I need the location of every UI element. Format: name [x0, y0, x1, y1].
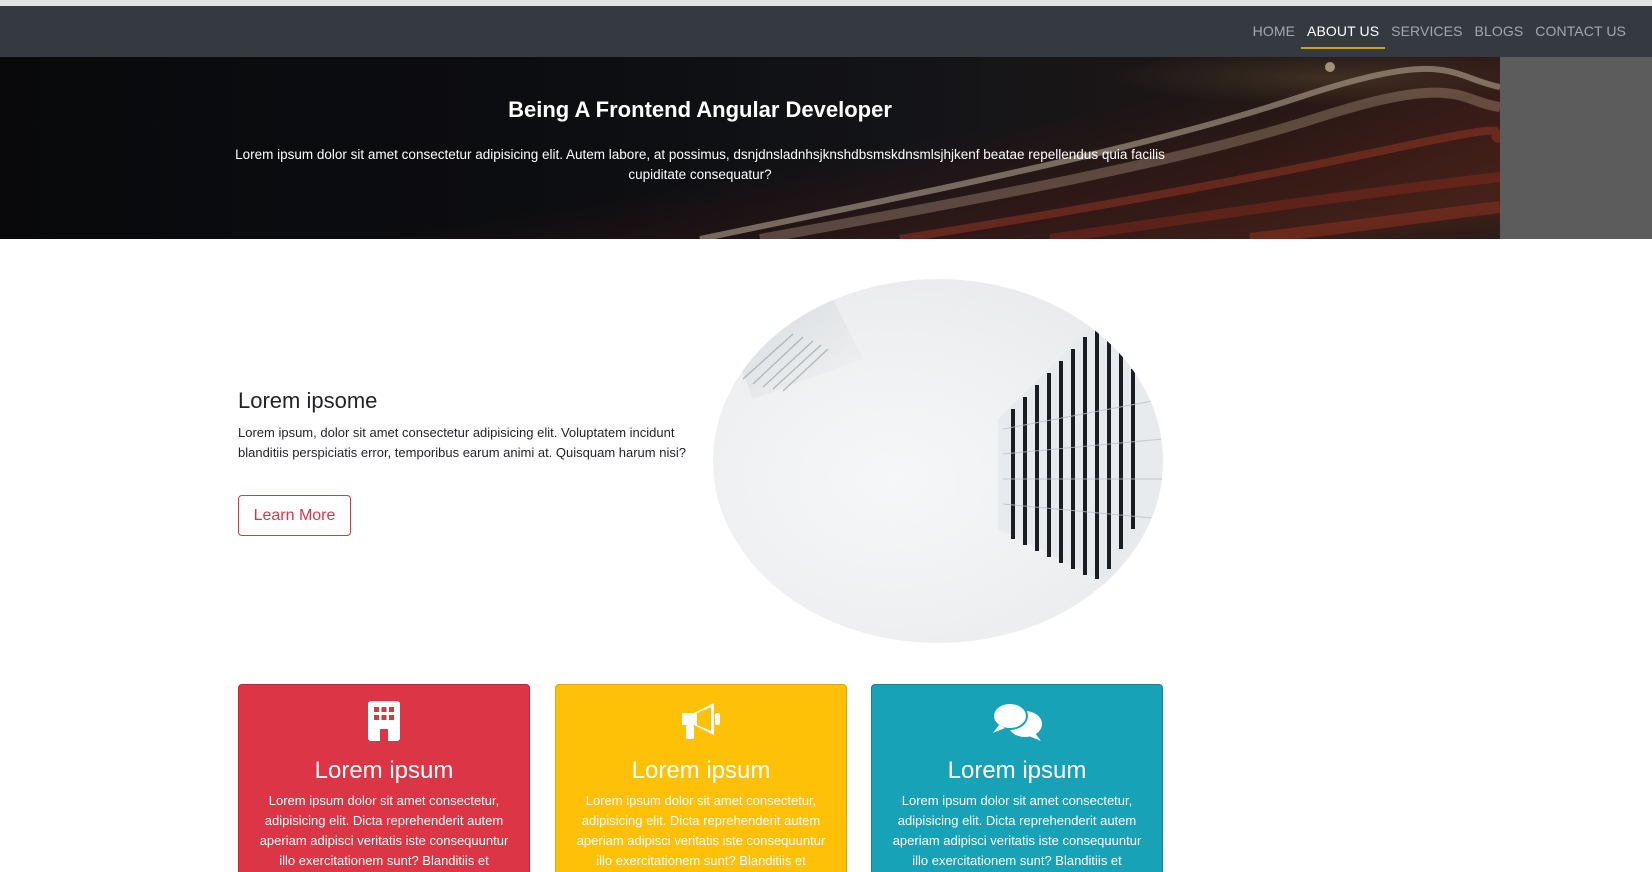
nav-item-contact-us[interactable]: CONTACT US: [1529, 6, 1632, 57]
nav-item-about-us[interactable]: ABOUT US: [1301, 6, 1386, 57]
feature-card-3: Lorem ipsum Lorem ipsum dolor sit amet c…: [871, 684, 1163, 872]
learn-more-button[interactable]: Learn More: [238, 495, 351, 536]
building-icon: [239, 701, 529, 745]
card-text: Lorem ipsum dolor sit amet consectetur, …: [259, 793, 509, 868]
hero-title: Being A Frontend Angular Developer: [508, 97, 892, 122]
comments-icon: [872, 701, 1162, 745]
about-text: Lorem ipsum, dolor sit amet consectetur …: [238, 425, 686, 460]
card-text: Lorem ipsum dolor sit amet consectetur, …: [892, 793, 1142, 868]
nav-item-home[interactable]: HOME: [1247, 6, 1301, 57]
megaphone-icon: [556, 701, 846, 745]
page: HOME ABOUT US SERVICES BLOGS CONTACT US …: [0, 0, 1652, 872]
building-photo: [713, 279, 1163, 643]
nav-item-blogs[interactable]: BLOGS: [1469, 6, 1530, 57]
hero-side-panel: [1500, 57, 1652, 239]
navbar: HOME ABOUT US SERVICES BLOGS CONTACT US: [0, 6, 1652, 57]
nav-menu: HOME ABOUT US SERVICES BLOGS CONTACT US: [1247, 6, 1632, 57]
nav-item-services[interactable]: SERVICES: [1385, 6, 1468, 57]
hero-description: Lorem ipsum dolor sit amet consectetur a…: [235, 147, 1165, 182]
card-title: Lorem ipsum: [947, 757, 1087, 784]
feature-card-2: Lorem ipsum Lorem ipsum dolor sit amet c…: [555, 684, 847, 872]
card-title: Lorem ipsum: [631, 757, 771, 784]
about-heading: Lorem ipsome: [238, 388, 378, 413]
card-text: Lorem ipsum dolor sit amet consectetur, …: [576, 793, 826, 868]
card-title: Lorem ipsum: [314, 757, 454, 784]
hero-banner: Being A Frontend Angular Developer Lorem…: [0, 57, 1500, 239]
feature-card-1: Lorem ipsum Lorem ipsum dolor sit amet c…: [238, 684, 530, 872]
